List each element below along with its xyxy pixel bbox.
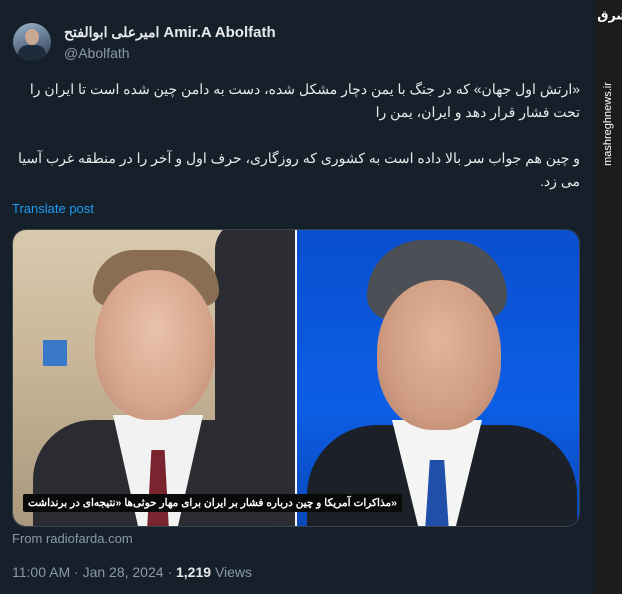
photo-right-man (297, 230, 579, 526)
watermark-site: mashreghnews.ir (602, 82, 614, 166)
media-caption: «مذاکرات آمریکا و چین درباره فشار بر ایر… (23, 494, 402, 512)
meta-separator: · (74, 564, 83, 580)
tweet-media[interactable]: «مذاکرات آمریکا و چین درباره فشار بر ایر… (12, 229, 580, 527)
tweet-paragraph-2: و چین هم جواب سر بالا داده است به کشوری … (17, 150, 580, 189)
author-display-name[interactable]: Amir.A Abolfath (163, 24, 275, 41)
avatar-head (25, 29, 39, 45)
watermark-sidebar: مشرق mashreghnews.ir (594, 0, 622, 594)
tweet-time[interactable]: 11:00 AM (12, 564, 70, 580)
author-name-row[interactable]: امیرعلی ابوالفتح Amir.A Abolfath (64, 24, 276, 41)
face (377, 280, 501, 430)
views-count: 1,219 (176, 564, 212, 580)
tweet-card: امیرعلی ابوالفتح Amir.A Abolfath @Abolfa… (0, 0, 594, 594)
face (95, 270, 215, 420)
background-sign (43, 340, 67, 366)
tweet-date[interactable]: Jan 28, 2024 (83, 564, 164, 580)
tweet-paragraph-1: «ارتش اول جهان» که در جنگ با یمن دچار مش… (29, 81, 580, 120)
author-display-name-fa[interactable]: امیرعلی ابوالفتح (64, 24, 159, 41)
photo-left-man (13, 230, 295, 526)
tweet-text: «ارتش اول جهان» که در جنگ با یمن دچار مش… (12, 78, 580, 193)
avatar[interactable] (13, 23, 51, 61)
avatar-suit (18, 45, 46, 61)
translate-post-link[interactable]: Translate post (12, 201, 94, 216)
mashregh-logo-icon: مشرق (597, 8, 622, 24)
author-handle[interactable]: @Abolfath (64, 45, 130, 61)
views-label: Views (214, 564, 253, 580)
media-source-link[interactable]: From radiofarda.com (12, 531, 133, 546)
meta-separator: · (167, 564, 176, 580)
tweet-meta: 11:00 AM · Jan 28, 2024 · 1,219 Views (12, 564, 252, 580)
